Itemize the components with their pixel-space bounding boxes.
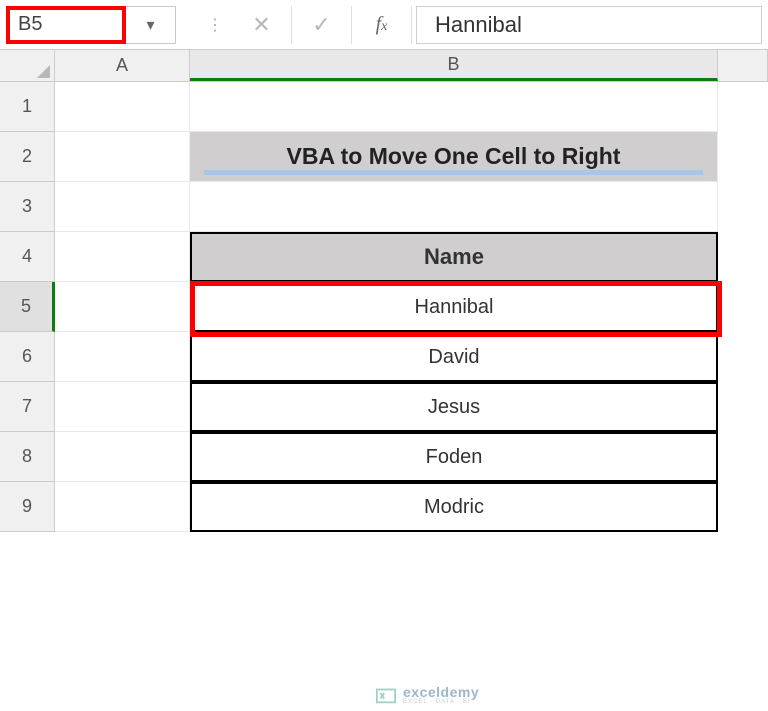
cell-a7[interactable] bbox=[55, 382, 190, 432]
cell-value: Foden bbox=[426, 446, 483, 469]
table-row: Hannibal bbox=[55, 282, 768, 332]
cell-value: David bbox=[428, 346, 479, 369]
cell-b5[interactable]: Hannibal bbox=[190, 282, 718, 332]
cell-a1[interactable] bbox=[55, 82, 190, 132]
table-row: Name bbox=[55, 232, 768, 282]
watermark-sub: EXCEL · DATA · BI bbox=[403, 699, 479, 705]
cell-a9[interactable] bbox=[55, 482, 190, 532]
check-icon: ✓ bbox=[312, 12, 330, 38]
name-box-value: B5 bbox=[18, 13, 42, 36]
table-row bbox=[55, 182, 768, 232]
formula-input[interactable]: Hannibal bbox=[416, 6, 762, 44]
confirm-button[interactable]: ✓ bbox=[292, 6, 352, 44]
column-header-a[interactable]: A bbox=[55, 50, 190, 81]
close-icon: ✕ bbox=[252, 12, 270, 38]
cell-value: Modric bbox=[424, 496, 484, 519]
cell-b1[interactable] bbox=[190, 82, 718, 132]
cell-b9[interactable]: Modric bbox=[190, 482, 718, 532]
chevron-down-icon: ▾ bbox=[146, 15, 154, 35]
table-header-label: Name bbox=[424, 244, 484, 270]
spreadsheet-grid: 1 2 3 4 5 6 7 8 9 VBA to Move One Cell t… bbox=[0, 82, 768, 532]
table-row: Modric bbox=[55, 482, 768, 532]
cell-b2-title[interactable]: VBA to Move One Cell to Right bbox=[190, 132, 718, 182]
watermark-text: exceldemy EXCEL · DATA · BI bbox=[403, 685, 479, 705]
row-header-5[interactable]: 5 bbox=[0, 282, 55, 332]
cell-a4[interactable] bbox=[55, 232, 190, 282]
cell-a2[interactable] bbox=[55, 132, 190, 182]
cell-a3[interactable] bbox=[55, 182, 190, 232]
column-header-rest[interactable] bbox=[718, 50, 768, 81]
table-row: VBA to Move One Cell to Right bbox=[55, 132, 768, 182]
cell-a6[interactable] bbox=[55, 332, 190, 382]
cell-b3[interactable] bbox=[190, 182, 718, 232]
cell-b4-header[interactable]: Name bbox=[190, 232, 718, 282]
name-box[interactable]: B5 bbox=[6, 6, 126, 44]
column-headers: A B bbox=[0, 50, 768, 82]
table-row: Jesus bbox=[55, 382, 768, 432]
row-header-9[interactable]: 9 bbox=[0, 482, 55, 532]
watermark-brand: exceldemy bbox=[403, 685, 479, 699]
name-box-dropdown[interactable]: ▾ bbox=[126, 6, 176, 44]
watermark: exceldemy EXCEL · DATA · BI bbox=[375, 684, 479, 706]
divider-icon: ⋮ bbox=[198, 6, 232, 44]
table-row: Foden bbox=[55, 432, 768, 482]
insert-function-button[interactable]: fx bbox=[352, 6, 412, 44]
column-header-b[interactable]: B bbox=[190, 50, 718, 81]
title-underline bbox=[204, 170, 703, 175]
row-header-6[interactable]: 6 bbox=[0, 332, 55, 382]
cell-a8[interactable] bbox=[55, 432, 190, 482]
cell-b8[interactable]: Foden bbox=[190, 432, 718, 482]
cell-value: Hannibal bbox=[415, 296, 494, 319]
cell-b7[interactable]: Jesus bbox=[190, 382, 718, 432]
cells-area: VBA to Move One Cell to Right Name Hanni… bbox=[55, 82, 768, 532]
cell-b6[interactable]: David bbox=[190, 332, 718, 382]
row-header-1[interactable]: 1 bbox=[0, 82, 55, 132]
row-headers: 1 2 3 4 5 6 7 8 9 bbox=[0, 82, 55, 532]
logo-icon bbox=[375, 684, 397, 706]
cancel-button[interactable]: ✕ bbox=[232, 6, 292, 44]
select-all-button[interactable] bbox=[0, 50, 55, 81]
fx-icon: fx bbox=[376, 13, 388, 36]
formula-bar: B5 ▾ ⋮ ✕ ✓ fx Hannibal bbox=[0, 0, 768, 50]
table-row bbox=[55, 82, 768, 132]
cell-a5[interactable] bbox=[55, 282, 190, 332]
sheet-title: VBA to Move One Cell to Right bbox=[287, 143, 621, 170]
row-header-8[interactable]: 8 bbox=[0, 432, 55, 482]
table-row: David bbox=[55, 332, 768, 382]
row-header-2[interactable]: 2 bbox=[0, 132, 55, 182]
row-header-4[interactable]: 4 bbox=[0, 232, 55, 282]
row-header-3[interactable]: 3 bbox=[0, 182, 55, 232]
formula-value: Hannibal bbox=[435, 12, 522, 38]
row-header-7[interactable]: 7 bbox=[0, 382, 55, 432]
cell-value: Jesus bbox=[428, 396, 480, 419]
